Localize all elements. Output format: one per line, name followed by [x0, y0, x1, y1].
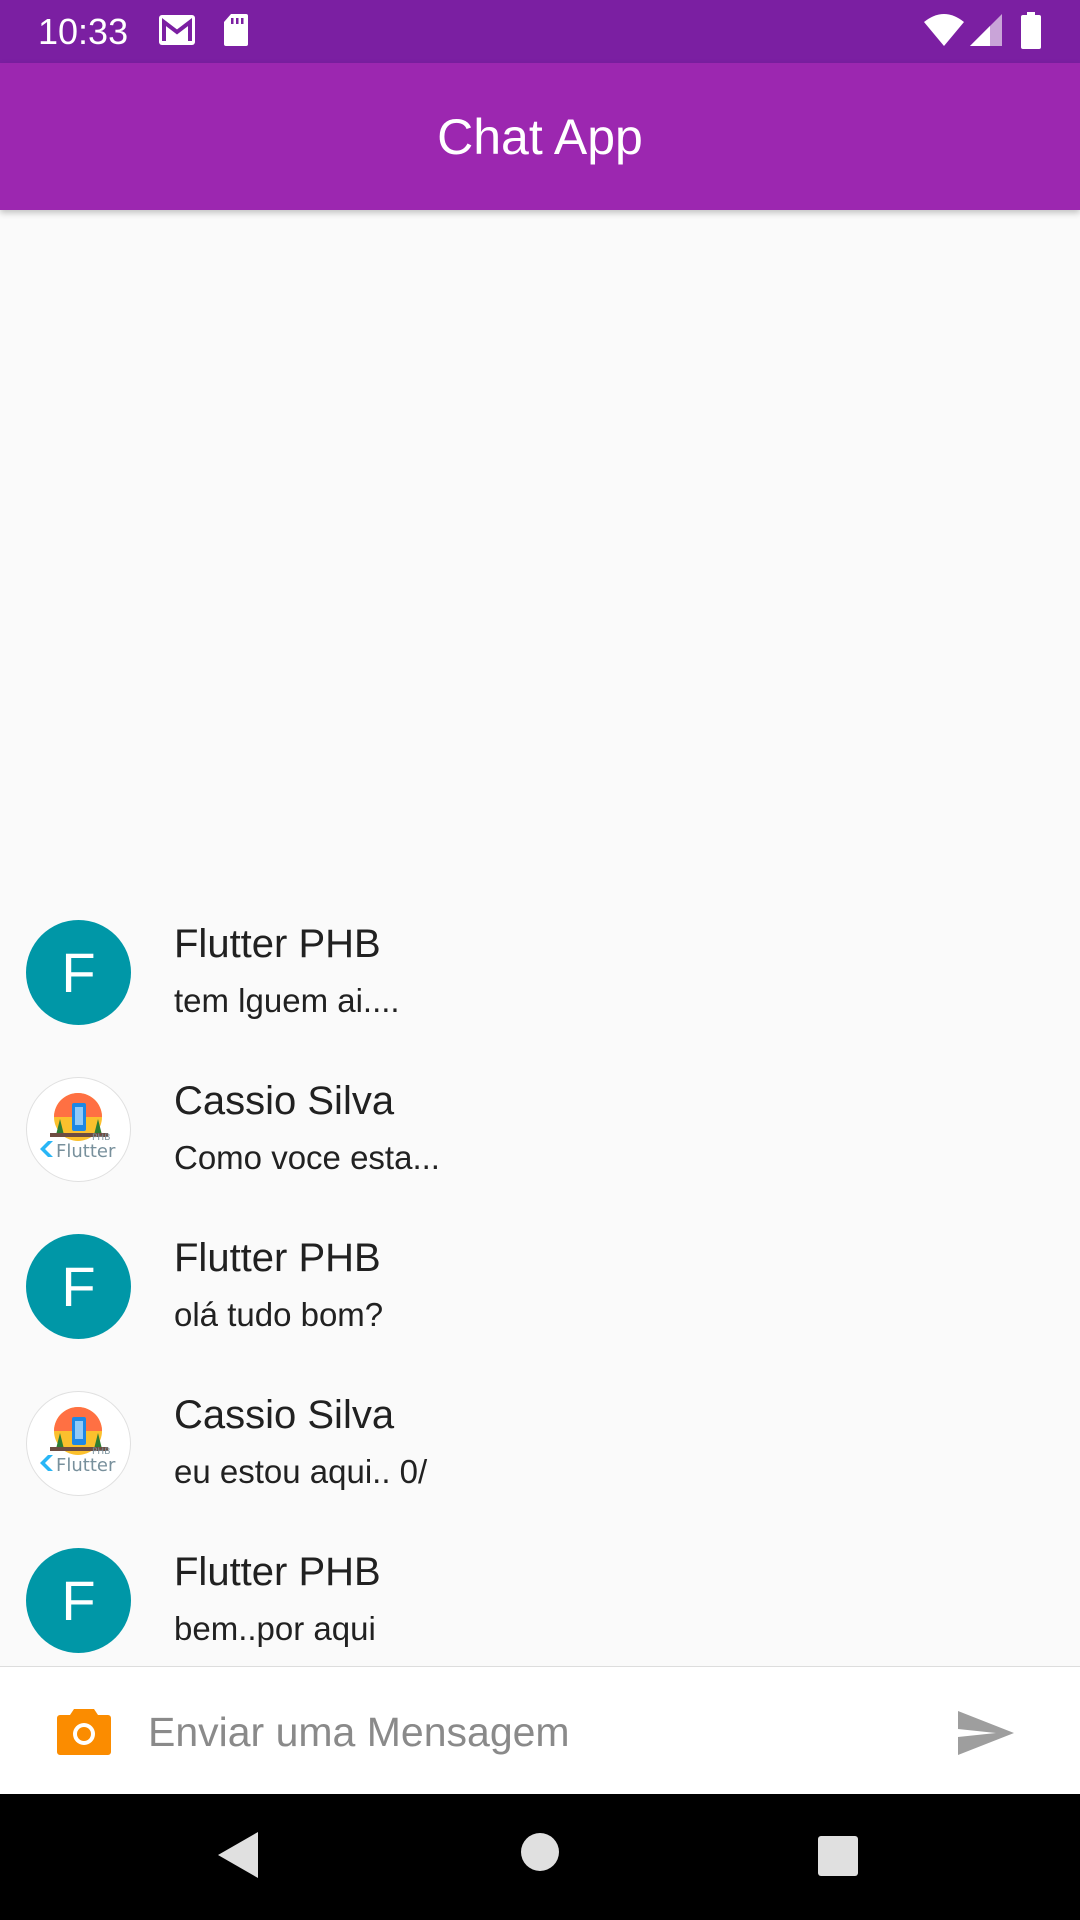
send-icon[interactable]	[956, 1707, 1016, 1759]
camera-icon[interactable]	[56, 1705, 112, 1757]
status-bar: 10:33	[0, 0, 1080, 63]
message-text: tem lguem ai....	[174, 982, 400, 1019]
message-sender: Flutter PHB	[174, 922, 381, 966]
battery-icon	[1020, 12, 1042, 55]
message-sender: Cassio Silva	[174, 1393, 395, 1437]
avatar: F	[26, 1234, 131, 1339]
message-text: bem..por aqui	[174, 1610, 376, 1647]
message-sender: Cassio Silva	[174, 1079, 395, 1123]
message-text: Como voce esta...	[174, 1139, 440, 1176]
svg-text:PHB: PHB	[92, 1133, 110, 1143]
svg-text:Flutter: Flutter	[56, 1455, 116, 1476]
signal-icon	[968, 12, 1004, 53]
message-item: Flutter PHB Cassio Silva eu estou aqui..…	[0, 1365, 1080, 1522]
message-text: eu estou aqui.. 0/	[174, 1453, 428, 1490]
message-sender: Flutter PHB	[174, 1550, 381, 1594]
avatar: F	[26, 1548, 131, 1653]
message-item: F Flutter PHB tem lguem ai....	[0, 894, 1080, 1051]
avatar-letter: F	[61, 941, 96, 1004]
app-title: Chat App	[437, 108, 643, 165]
message-sender: Flutter PHB	[174, 1236, 381, 1280]
message-item: Flutter PHB Cassio Silva Como voce esta.…	[0, 1051, 1080, 1208]
wifi-icon	[922, 12, 966, 53]
sd-card-icon	[222, 12, 250, 53]
svg-text:Flutter: Flutter	[56, 1141, 116, 1162]
flutter-phb-logo: Flutter PHB	[40, 1093, 116, 1162]
message-text: olá tudo bom?	[174, 1296, 384, 1333]
message-input[interactable]	[146, 1691, 930, 1773]
message-item: F Flutter PHB olá tudo bom?	[0, 1208, 1080, 1365]
avatar: Flutter PHB	[26, 1391, 131, 1496]
message-item: F Flutter PHB bem..por aqui	[0, 1522, 1080, 1666]
flutter-phb-logo: Flutter PHB	[40, 1407, 116, 1476]
avatar: Flutter PHB	[26, 1077, 131, 1182]
message-list[interactable]: F Flutter PHB tem lguem ai.... Flutter P…	[0, 210, 1080, 1666]
avatar-letter: F	[61, 1569, 96, 1632]
back-icon[interactable]	[216, 1830, 260, 1885]
avatar-letter: F	[61, 1255, 96, 1318]
system-nav-bar	[0, 1794, 1080, 1920]
app-bar: Chat App	[0, 63, 1080, 210]
message-composer	[0, 1666, 1080, 1795]
svg-text:PHB: PHB	[92, 1447, 110, 1457]
home-icon[interactable]	[520, 1832, 560, 1877]
recents-icon[interactable]	[816, 1834, 860, 1883]
avatar: F	[26, 920, 131, 1025]
status-time: 10:33	[38, 11, 129, 52]
gmail-icon	[157, 12, 197, 53]
